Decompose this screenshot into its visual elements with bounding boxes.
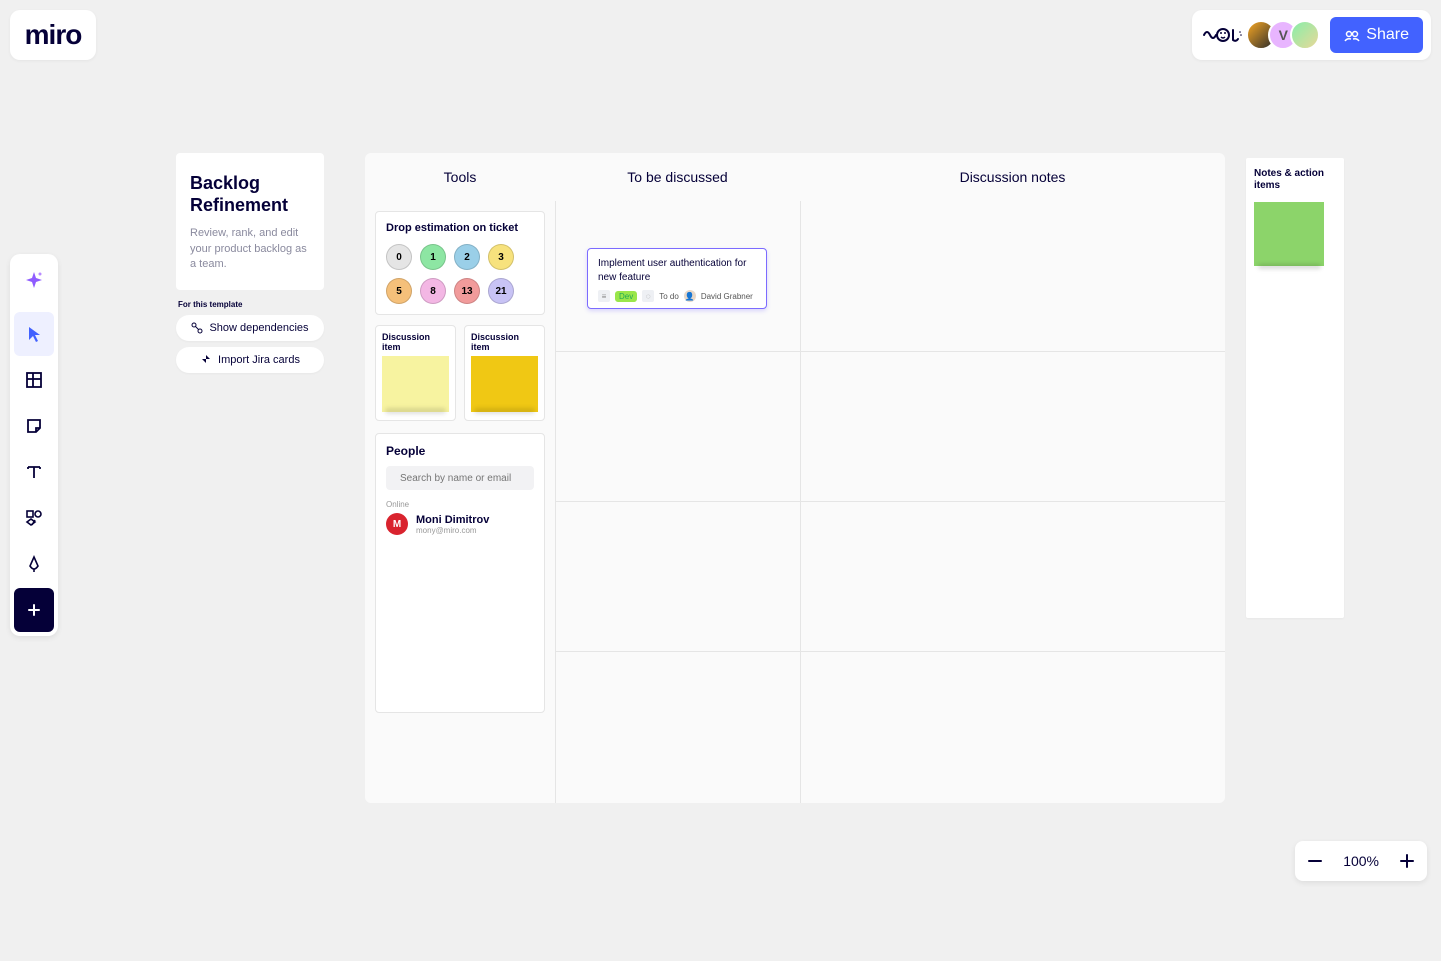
import-jira-button[interactable]: Import Jira cards — [176, 347, 324, 373]
ticket-title: Implement user authentication for new fe… — [598, 257, 756, 284]
topbar: V Share — [1192, 10, 1431, 60]
person-email: mony@miro.com — [416, 526, 489, 535]
people-title: People — [386, 444, 534, 458]
share-button[interactable]: Share — [1330, 17, 1423, 53]
template-subtitle: Review, rank, and edit your product back… — [190, 226, 310, 272]
search-input[interactable] — [400, 473, 532, 484]
estimation-card: Drop estimation on ticket 0123 58 13 21 — [375, 211, 545, 315]
zoom-level[interactable]: 100% — [1343, 853, 1379, 869]
estimation-chip[interactable]: 13 — [454, 278, 480, 304]
zoom-out-button[interactable] — [1305, 851, 1325, 871]
status-icon: ◌ — [642, 290, 654, 302]
share-icon — [1344, 27, 1360, 43]
column-header-tools: Tools — [365, 169, 555, 185]
estimation-chip[interactable]: 1 — [420, 244, 446, 270]
people-card: People Online M Moni Dimitrov mony@miro.… — [375, 433, 545, 713]
column-header-discuss: To be discussed — [555, 169, 800, 185]
button-label: Import Jira cards — [218, 354, 300, 366]
notes-column — [800, 201, 1225, 803]
person-name: Moni Dimitrov — [416, 514, 489, 526]
estimation-chip[interactable]: 5 — [386, 278, 412, 304]
show-dependencies-button[interactable]: Show dependencies — [176, 315, 324, 341]
estimation-chip[interactable]: 8 — [420, 278, 446, 304]
dependencies-icon — [191, 322, 203, 334]
add-tool[interactable] — [14, 588, 54, 632]
sticky-green[interactable] — [1254, 202, 1324, 266]
board-header: Tools To be discussed Discussion notes — [365, 153, 1225, 201]
zoom-in-button[interactable] — [1397, 851, 1417, 871]
logo-text: miro — [25, 19, 82, 51]
estimation-title: Drop estimation on ticket — [386, 222, 534, 234]
avatar[interactable] — [1290, 20, 1320, 50]
people-search[interactable] — [386, 466, 534, 490]
ticket-status: To do — [659, 292, 679, 301]
online-label: Online — [386, 500, 534, 509]
discussion-label: Discussion item — [471, 332, 538, 352]
estimation-chip[interactable]: 2 — [454, 244, 480, 270]
notes-panel: Notes & action items — [1246, 158, 1344, 618]
tools-column: Drop estimation on ticket 0123 58 13 21 Dis… — [365, 201, 555, 803]
person-row[interactable]: M Moni Dimitrov mony@miro.com — [386, 513, 534, 535]
board[interactable]: Tools To be discussed Discussion notes D… — [365, 153, 1225, 803]
logo[interactable]: miro — [10, 10, 96, 60]
discussion-item-card[interactable]: Discussion item — [464, 325, 545, 421]
template-panel: Backlog Refinement Review, rank, and edi… — [176, 153, 324, 379]
estimation-chip[interactable]: 21 — [488, 278, 514, 304]
zoom-controls: 100% — [1295, 841, 1427, 881]
avatar-stack[interactable]: V — [1254, 20, 1320, 50]
toolbar — [10, 254, 58, 636]
description-icon: ≡ — [598, 290, 610, 302]
discussion-label: Discussion item — [382, 332, 449, 352]
reactions-icon[interactable] — [1200, 22, 1244, 48]
share-label: Share — [1366, 26, 1409, 44]
ai-tool[interactable] — [14, 258, 54, 302]
dev-tag: Dev — [615, 291, 637, 302]
button-label: Show dependencies — [209, 322, 308, 334]
sticky-tool[interactable] — [14, 404, 54, 448]
template-for-label: For this template — [178, 300, 324, 309]
template-header: Backlog Refinement Review, rank, and edi… — [176, 153, 324, 290]
discussion-item-card[interactable]: Discussion item — [375, 325, 456, 421]
assignee-avatar-icon: 👤 — [684, 290, 696, 302]
shapes-tool[interactable] — [14, 496, 54, 540]
jira-icon — [200, 354, 212, 366]
ticket-assignee: David Grabner — [701, 292, 753, 301]
frame-tool[interactable] — [14, 358, 54, 402]
estimation-chip[interactable]: 0 — [386, 244, 412, 270]
sticky-yellow-dark[interactable] — [471, 356, 538, 412]
template-title: Backlog Refinement — [190, 173, 310, 216]
text-tool[interactable] — [14, 450, 54, 494]
sticky-yellow-light[interactable] — [382, 356, 449, 412]
pen-tool[interactable] — [14, 542, 54, 586]
ticket-card[interactable]: Implement user authentication for new fe… — [587, 248, 767, 309]
column-header-notes: Discussion notes — [800, 169, 1225, 185]
estimation-chip[interactable]: 3 — [488, 244, 514, 270]
person-avatar: M — [386, 513, 408, 535]
notes-title: Notes & action items — [1254, 168, 1336, 192]
cursor-tool[interactable] — [14, 312, 54, 356]
